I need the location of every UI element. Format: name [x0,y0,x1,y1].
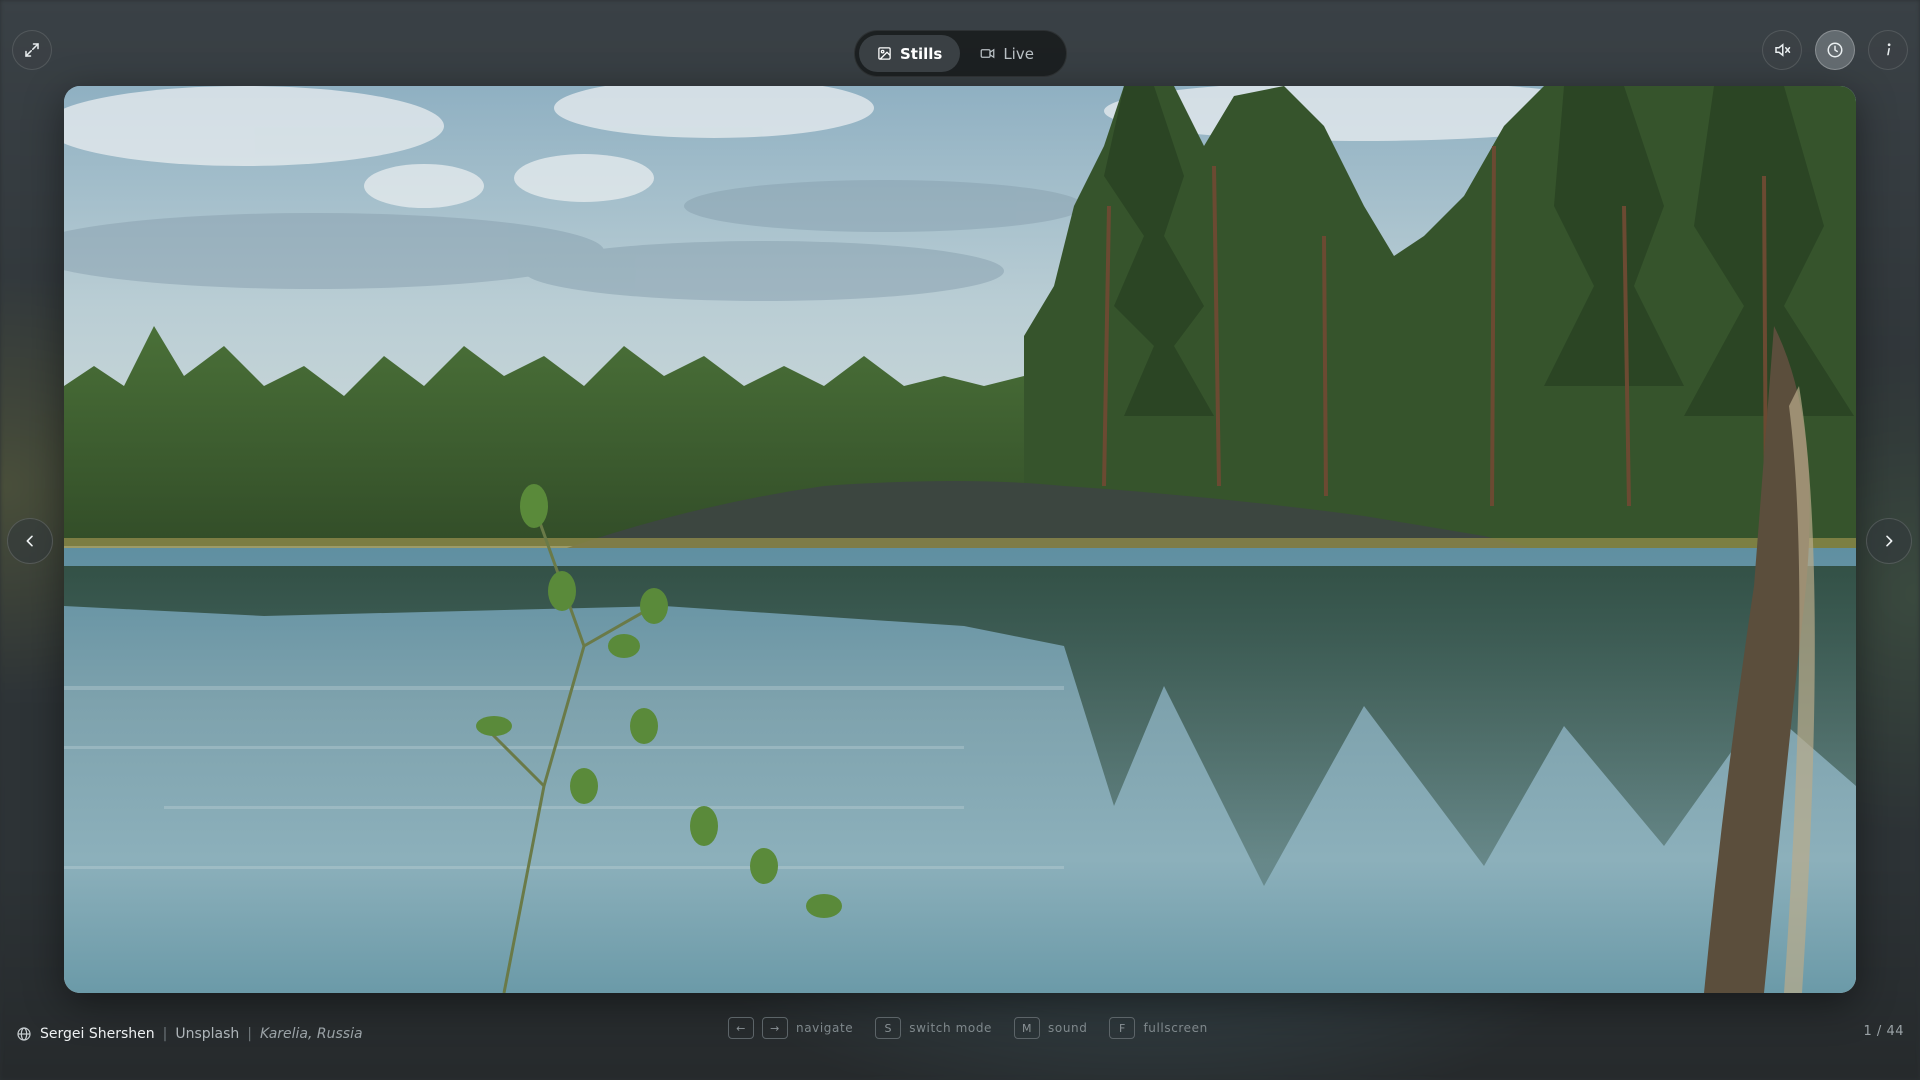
photo-credit: Sergei Shershen | Unsplash | Karelia, Ru… [16,1024,363,1044]
volume-mute-icon [1773,41,1791,59]
expand-icon [23,41,41,59]
live-label: Live [1003,44,1034,63]
live-mode-button[interactable]: Live [962,35,1052,72]
hint-sound: sound [1048,1021,1088,1035]
info-button[interactable] [1868,30,1908,70]
expand-button[interactable] [12,30,52,70]
location-label: Karelia, Russia [260,1026,363,1042]
mute-button[interactable] [1762,30,1802,70]
landscape-photo [64,86,1856,993]
image-icon [877,46,892,61]
key-f: F [1109,1017,1136,1039]
video-icon [980,46,995,61]
mode-toggle: Stills Live [854,30,1067,77]
clock-icon [1826,41,1844,59]
info-icon [1879,41,1897,59]
image-counter: 1 / 44 [1863,1024,1904,1039]
chevron-right-icon [1881,533,1897,549]
key-left: ← [728,1017,754,1039]
previous-button[interactable] [7,518,53,564]
hint-fullscreen: fullscreen [1143,1021,1208,1035]
next-button[interactable] [1866,518,1912,564]
author-link[interactable]: Sergei Shershen [40,1026,155,1042]
stills-label: Stills [900,44,943,63]
chevron-left-icon [22,533,38,549]
key-s: S [875,1017,902,1039]
hint-navigate: navigate [796,1021,854,1035]
credit-separator: | [162,1026,168,1042]
key-m: M [1014,1017,1041,1039]
photo-viewer [64,86,1856,993]
hint-switch-mode: switch mode [909,1021,993,1035]
source-link[interactable]: Unsplash [175,1026,239,1042]
stills-mode-button[interactable]: Stills [859,35,961,72]
globe-icon [16,1026,32,1042]
key-right: → [762,1017,788,1039]
keyboard-hints: ← → navigate S switch mode M sound F ful… [728,1016,1222,1040]
history-button[interactable] [1815,30,1855,70]
credit-separator: | [247,1026,253,1042]
